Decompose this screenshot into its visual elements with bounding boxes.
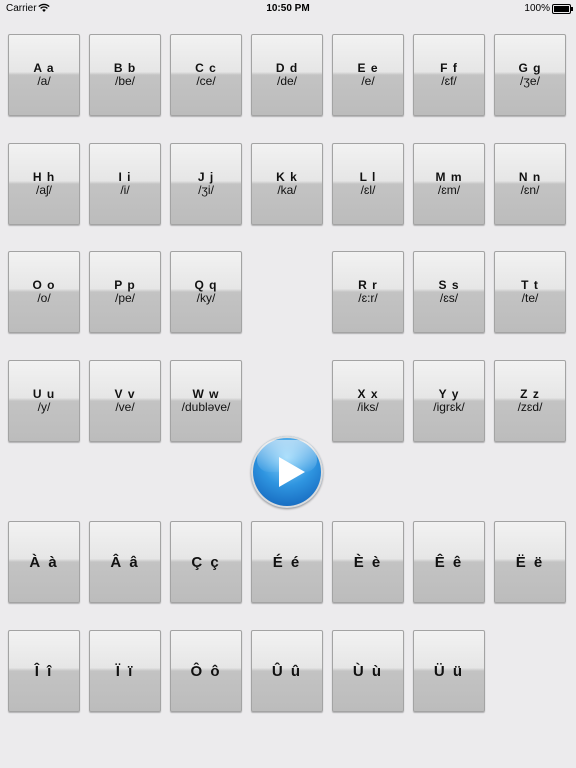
letter-key-k[interactable]: K k /ka/: [251, 143, 323, 225]
key-phonetic: /ky/: [196, 291, 216, 305]
key-phonetic: /ɛn/: [520, 183, 540, 197]
key-letter: Ë ë: [515, 553, 545, 571]
letter-key-w[interactable]: W w /dubləve/: [170, 360, 242, 442]
letter-key-e[interactable]: E e /e/: [332, 34, 404, 116]
key-phonetic: /ɛs/: [439, 291, 459, 305]
key-phonetic: /pe/: [114, 291, 135, 305]
key-phonetic: /dubləve/: [181, 400, 231, 414]
key-phonetic: /ɛf/: [441, 74, 457, 88]
accent-key-i-circumflex[interactable]: Î î: [8, 630, 80, 712]
key-letter: É é: [272, 553, 302, 571]
key-phonetic: /ɛ:r/: [358, 291, 378, 305]
key-phonetic: /igrɛk/: [433, 400, 465, 414]
key-phonetic: /ve/: [115, 400, 135, 414]
accent-key-o-circumflex[interactable]: Ô ô: [170, 630, 242, 712]
letter-key-r[interactable]: R r /ɛ:r/: [332, 251, 404, 333]
letter-key-u[interactable]: U u /y/: [8, 360, 80, 442]
key-phonetic: /te/: [521, 291, 539, 305]
key-letter: Ï ï: [115, 662, 135, 680]
key-letter: Û û: [271, 662, 303, 680]
key-phonetic: /ʒe/: [520, 74, 540, 88]
key-letter: Ü ü: [433, 662, 465, 680]
key-phonetic: /ʒi/: [198, 183, 214, 197]
play-icon: [279, 457, 305, 487]
accent-key-c-cedilla[interactable]: Ç ç: [170, 521, 242, 603]
accent-key-e-grave[interactable]: È è: [332, 521, 404, 603]
key-phonetic: /e/: [361, 74, 375, 88]
key-letter: Ù ù: [352, 662, 384, 680]
key-letter: Ç ç: [191, 553, 221, 571]
key-phonetic: /i/: [120, 183, 130, 197]
letter-key-i[interactable]: I i /i/: [89, 143, 161, 225]
letter-key-t[interactable]: T t /te/: [494, 251, 566, 333]
letter-key-a[interactable]: A a /a/: [8, 34, 80, 116]
key-letter: À à: [29, 553, 59, 571]
key-letter: Â â: [110, 553, 140, 571]
letter-key-o[interactable]: O o /o/: [8, 251, 80, 333]
letter-key-f[interactable]: F f /ɛf/: [413, 34, 485, 116]
letter-key-m[interactable]: M m /ɛm/: [413, 143, 485, 225]
key-letter: È è: [353, 553, 383, 571]
accent-key-u-grave[interactable]: Ù ù: [332, 630, 404, 712]
accent-key-i-diaeresis[interactable]: Ï ï: [89, 630, 161, 712]
letter-key-j[interactable]: J j /ʒi/: [170, 143, 242, 225]
letter-key-z[interactable]: Z z /zɛd/: [494, 360, 566, 442]
letter-key-x[interactable]: X x /iks/: [332, 360, 404, 442]
key-letter: Î î: [34, 662, 54, 680]
accent-key-a-circumflex[interactable]: Â â: [89, 521, 161, 603]
battery-icon: [552, 4, 573, 14]
letter-key-n[interactable]: N n /ɛn/: [494, 143, 566, 225]
letter-key-y[interactable]: Y y /igrɛk/: [413, 360, 485, 442]
accent-key-e-acute[interactable]: É é: [251, 521, 323, 603]
key-phonetic: /zɛd/: [517, 400, 543, 414]
accent-key-u-circumflex[interactable]: Û û: [251, 630, 323, 712]
letter-key-s[interactable]: S s /ɛs/: [413, 251, 485, 333]
key-phonetic: /ɛm/: [437, 183, 461, 197]
accent-key-u-diaeresis[interactable]: Ü ü: [413, 630, 485, 712]
letter-key-p[interactable]: P p /pe/: [89, 251, 161, 333]
key-phonetic: /y/: [37, 400, 51, 414]
letter-key-h[interactable]: H h /aʃ/: [8, 143, 80, 225]
key-phonetic: /aʃ/: [35, 183, 52, 197]
key-phonetic: /be/: [114, 74, 135, 88]
letter-key-l[interactable]: L l /ɛl/: [332, 143, 404, 225]
letter-key-v[interactable]: V v /ve/: [89, 360, 161, 442]
battery-percent: 100%: [524, 3, 550, 14]
accent-key-e-diaeresis[interactable]: Ë ë: [494, 521, 566, 603]
key-phonetic: /ka/: [277, 183, 297, 197]
key-phonetic: /de/: [276, 74, 297, 88]
key-phonetic: /ɛl/: [360, 183, 376, 197]
key-phonetic: /a/: [37, 74, 51, 88]
key-letter: Ô ô: [190, 662, 222, 680]
letter-key-d[interactable]: D d /de/: [251, 34, 323, 116]
status-bar: Carrier 10:50 PM 100%: [0, 0, 576, 18]
key-letter: Ê ê: [434, 553, 464, 571]
letter-key-q[interactable]: Q q /ky/: [170, 251, 242, 333]
key-phonetic: /iks/: [357, 400, 379, 414]
play-button[interactable]: [251, 436, 323, 508]
key-phonetic: /ce/: [196, 74, 216, 88]
letter-key-c[interactable]: C c /ce/: [170, 34, 242, 116]
letter-key-g[interactable]: G g /ʒe/: [494, 34, 566, 116]
clock: 10:50 PM: [266, 3, 310, 14]
accent-key-a-grave[interactable]: À à: [8, 521, 80, 603]
accent-key-e-circumflex[interactable]: Ê ê: [413, 521, 485, 603]
letter-key-b[interactable]: B b /be/: [89, 34, 161, 116]
key-phonetic: /o/: [37, 291, 51, 305]
